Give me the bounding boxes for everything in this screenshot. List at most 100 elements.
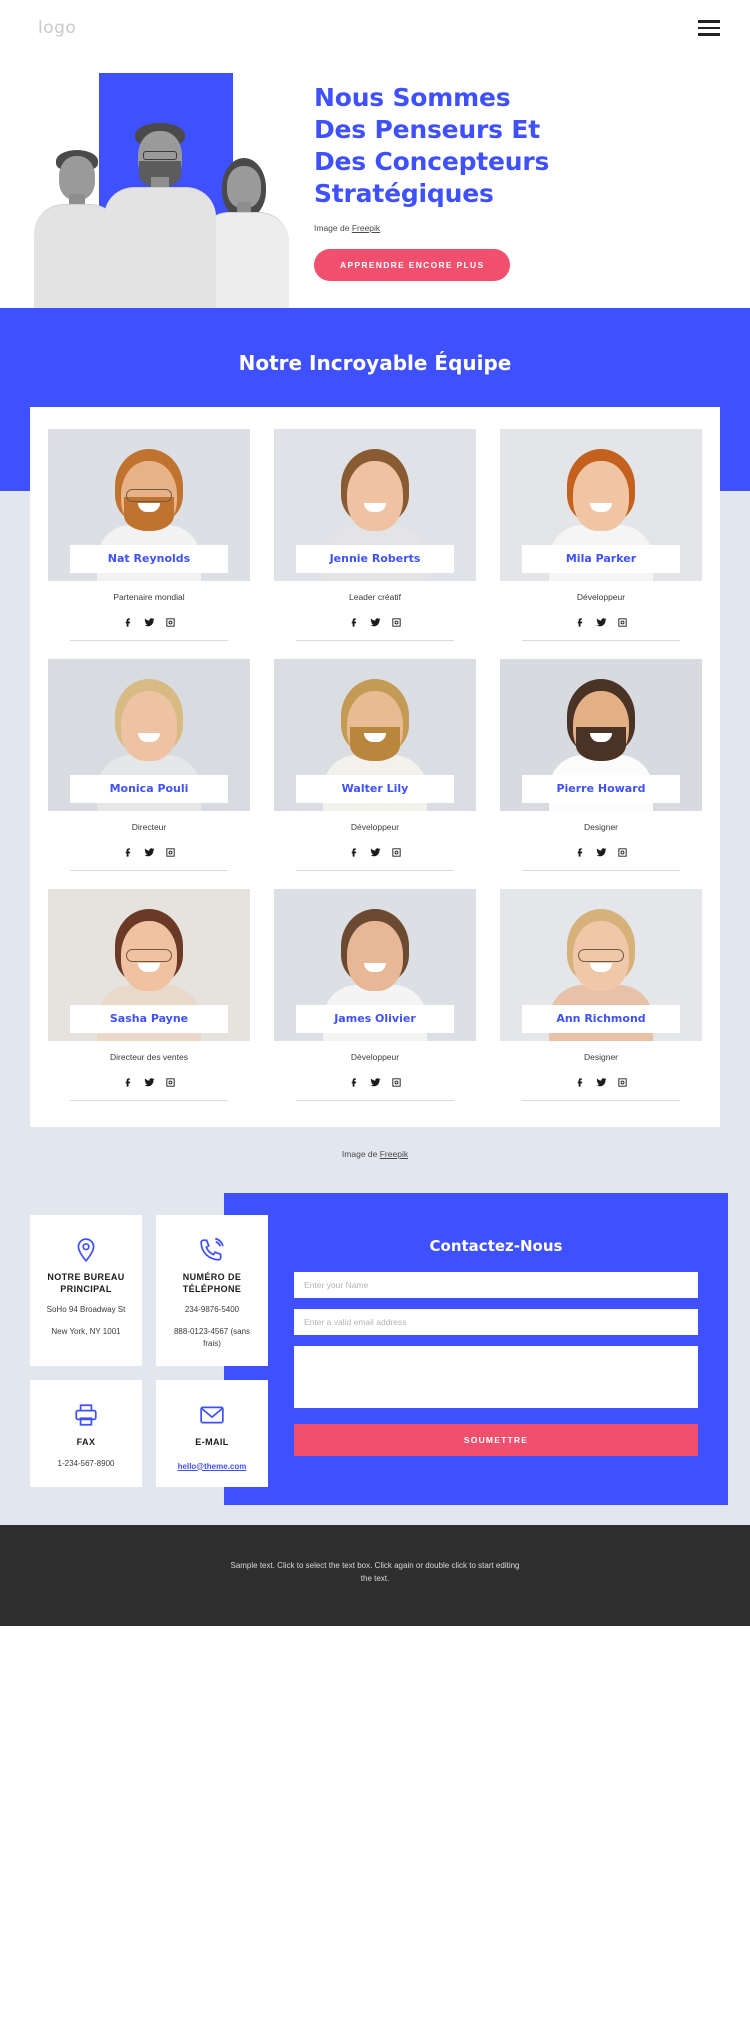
email-input[interactable]: [294, 1309, 698, 1335]
twitter-icon[interactable]: [595, 1076, 607, 1088]
member-divider: [296, 640, 454, 641]
instagram-icon[interactable]: [616, 1076, 628, 1088]
instagram-icon[interactable]: [616, 846, 628, 858]
instagram-icon[interactable]: [390, 846, 402, 858]
team-row: Monica Pouli Directeur Walter Lily Développ…: [48, 659, 702, 871]
team-member-card: Ann Richmond Designer: [500, 889, 702, 1101]
twitter-icon[interactable]: [143, 846, 155, 858]
twitter-icon[interactable]: [369, 616, 381, 628]
glasses-shape: [143, 151, 177, 160]
twitter-icon[interactable]: [595, 616, 607, 628]
facebook-icon[interactable]: [122, 846, 134, 858]
site-footer: Sample text. Click to select the text bo…: [0, 1524, 750, 1626]
logo[interactable]: logo: [38, 18, 76, 38]
member-divider: [296, 870, 454, 871]
member-divider: [70, 640, 228, 641]
member-photo: Nat Reynolds: [48, 429, 250, 581]
member-divider: [522, 640, 680, 641]
contact-card-title: FAX: [76, 1437, 96, 1448]
member-name-box: Pierre Howard: [522, 775, 680, 803]
email-link[interactable]: hello@theme.com: [164, 1462, 260, 1471]
member-divider: [296, 1100, 454, 1101]
instagram-icon[interactable]: [616, 616, 628, 628]
team-section: Notre Incroyable Équipe Nat Reynolds Part…: [0, 308, 750, 1159]
submit-button[interactable]: SOUMETTRE: [294, 1424, 698, 1456]
team-row: Sasha Payne Directeur des ventes James Oli…: [48, 889, 702, 1101]
team-member-card: Nat Reynolds Partenaire mondial: [48, 429, 250, 641]
member-socials: [122, 846, 176, 858]
member-photo: James Olivier: [274, 889, 476, 1041]
member-name-box: Monica Pouli: [70, 775, 228, 803]
contact-card-line: 888-0123-4567 (sans frais): [173, 1326, 251, 1349]
hamburger-menu-icon[interactable]: [698, 20, 720, 36]
team-image-credit: Image de Freepik: [0, 1127, 750, 1159]
hero-title-line-1: Nous Sommes: [314, 83, 511, 112]
facebook-icon[interactable]: [348, 846, 360, 858]
member-divider: [522, 1100, 680, 1101]
twitter-icon[interactable]: [369, 1076, 381, 1088]
facebook-icon[interactable]: [574, 846, 586, 858]
contact-card-line: SoHo 94 Broadway St: [46, 1305, 126, 1315]
learn-more-button[interactable]: APPRENDRE ENCORE PLUS: [314, 249, 511, 281]
member-name-box: Walter Lily: [296, 775, 454, 803]
burger-bar: [698, 33, 720, 36]
team-member-card: James Olivier Développeur: [274, 889, 476, 1101]
contact-info-card: E-MAIL hello@theme.com: [156, 1380, 268, 1487]
facebook-icon[interactable]: [574, 616, 586, 628]
hero-title-line-3: Des Concepteurs: [314, 147, 550, 176]
contact-card-line: 234-9876-5400: [184, 1305, 240, 1315]
printer-icon: [38, 1398, 134, 1432]
member-role: Designer: [583, 1052, 619, 1062]
twitter-icon[interactable]: [143, 616, 155, 628]
facebook-icon[interactable]: [348, 1076, 360, 1088]
member-name-box: Jennie Roberts: [296, 545, 454, 573]
member-socials: [574, 1076, 628, 1088]
hero-team-photo: [30, 123, 295, 308]
avatar-glasses: [126, 489, 172, 502]
hero-image-credit: Image de Freepik: [314, 223, 720, 233]
hero-title-line-2: Des Penseurs Et: [314, 115, 540, 144]
hero-content: Nous Sommes Des Penseurs Et Des Concepte…: [300, 56, 750, 308]
avatar-head: [347, 461, 403, 531]
contact-form-title: Contactez-Nous: [429, 1237, 563, 1255]
team-member-card: Pierre Howard Designer: [500, 659, 702, 871]
member-role: Développeur: [576, 592, 626, 602]
freepik-link[interactable]: Freepik: [352, 223, 380, 233]
member-socials: [348, 616, 402, 628]
twitter-icon[interactable]: [369, 846, 381, 858]
contact-section: NOTRE BUREAU PRINCIPAL SoHo 94 Broadway S…: [0, 1159, 750, 1525]
twitter-icon[interactable]: [143, 1076, 155, 1088]
freepik-link[interactable]: Freepik: [380, 1149, 408, 1159]
member-role: Directeur: [131, 822, 167, 832]
name-input[interactable]: [294, 1272, 698, 1298]
page-root: logo Nous Sommes Des Penseurs Et Des Con…: [0, 0, 750, 1626]
member-name: Jennie Roberts: [329, 552, 421, 565]
instagram-icon[interactable]: [164, 616, 176, 628]
member-role: Développeur: [350, 1052, 400, 1062]
facebook-icon[interactable]: [348, 616, 360, 628]
message-textarea[interactable]: [294, 1346, 698, 1408]
contact-inner: NOTRE BUREAU PRINCIPAL SoHo 94 Broadway S…: [30, 1193, 728, 1505]
team-heading: Notre Incroyable Équipe: [238, 351, 512, 375]
member-role: Développeur: [350, 822, 400, 832]
instagram-icon[interactable]: [390, 616, 402, 628]
credit-prefix: Image de: [341, 1149, 380, 1159]
footer-text: Sample text. Click to select the text bo…: [230, 1560, 520, 1584]
twitter-icon[interactable]: [595, 846, 607, 858]
member-name-box: James Olivier: [296, 1005, 454, 1033]
member-socials: [122, 616, 176, 628]
instagram-icon[interactable]: [164, 846, 176, 858]
instagram-icon[interactable]: [390, 1076, 402, 1088]
facebook-icon[interactable]: [122, 1076, 134, 1088]
instagram-icon[interactable]: [164, 1076, 176, 1088]
member-socials: [348, 846, 402, 858]
hero-title-line-4: Stratégiques: [314, 179, 494, 208]
burger-bar: [698, 20, 720, 23]
contact-info-card: FAX 1-234-567-8900: [30, 1380, 142, 1487]
member-photo: Monica Pouli: [48, 659, 250, 811]
facebook-icon[interactable]: [574, 1076, 586, 1088]
facebook-icon[interactable]: [122, 616, 134, 628]
contact-card-line: New York, NY 1001: [51, 1326, 121, 1336]
member-photo: Pierre Howard: [500, 659, 702, 811]
team-member-card: Mila Parker Développeur: [500, 429, 702, 641]
